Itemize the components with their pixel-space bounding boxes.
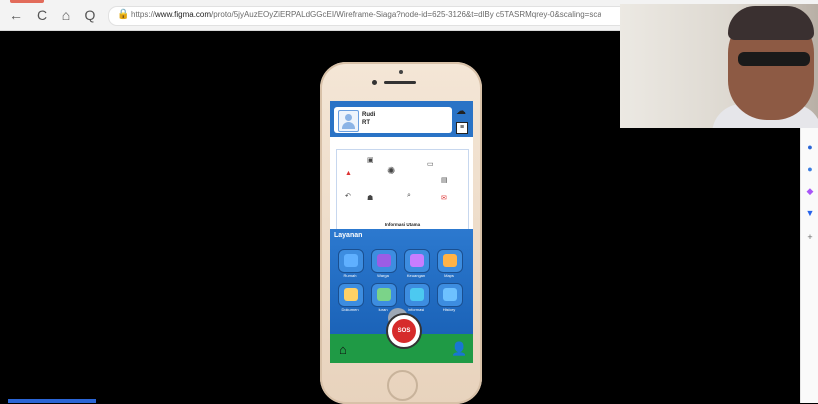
profile-card[interactable]: Rudi RT: [334, 107, 452, 133]
weather-icon[interactable]: ☁: [456, 106, 466, 117]
map-icon: [443, 254, 457, 267]
refresh-icon[interactable]: C: [34, 7, 50, 23]
service-keuangan-button[interactable]: [404, 249, 430, 273]
service-iuran-button[interactable]: [371, 283, 397, 307]
tools-icon[interactable]: ◆: [805, 186, 815, 196]
burst-icon: ✺: [387, 166, 396, 177]
app-screen: Rudi RT ☁ ≡ ▣ ▲ ✺ ▭ ▤ ↶ ☗ ⌕ ✉ Informasi …: [330, 101, 473, 363]
tree-icon[interactable]: ▼: [805, 208, 815, 218]
avatar-head: [345, 114, 352, 121]
service-label: Keuangan: [406, 273, 426, 278]
user-name: Rudi: [362, 112, 376, 118]
copilot-icon[interactable]: ●: [805, 142, 815, 152]
webcam-person-hair: [728, 6, 814, 40]
info-label: Informasi Utama: [384, 222, 421, 227]
avatar: [338, 110, 359, 132]
address-bar[interactable]: 🔒 https://www.figma.com/proto/5jyAuzEOyZ…: [108, 6, 640, 26]
webcam-person-glasses: [738, 52, 810, 66]
service-warga-button[interactable]: [371, 249, 397, 273]
phone-camera: [372, 80, 377, 85]
mail-icon: ✉: [441, 195, 447, 202]
url-text: https://www.figma.com/proto/5jyAuzEOyZiE…: [131, 10, 601, 19]
back-icon[interactable]: ←: [8, 7, 24, 23]
service-label: History: [442, 307, 456, 312]
taskbar-indicator: [8, 399, 96, 403]
people-icon: [377, 254, 391, 267]
search-doc-icon: ⌕: [407, 192, 411, 199]
service-informasi-button[interactable]: [404, 283, 430, 307]
add-icon[interactable]: +: [805, 232, 815, 242]
webcam-overlay: [620, 4, 818, 128]
monitor-icon: [410, 288, 424, 301]
search-icon[interactable]: Q: [82, 7, 98, 23]
service-label: Rumah: [343, 273, 357, 278]
service-label: Dokumen: [341, 307, 359, 312]
service-dokumen-button[interactable]: [338, 283, 364, 307]
sketch-icon: ▣: [367, 157, 374, 164]
lock-icon: 🔒: [117, 9, 130, 20]
home-icon[interactable]: ⌂: [58, 7, 74, 23]
document-icon: [344, 288, 358, 301]
service-maps-button[interactable]: [437, 249, 463, 273]
arrow-icon: ↶: [345, 193, 351, 200]
warning-icon: ▲: [345, 170, 352, 177]
user-rt: RT: [362, 120, 370, 126]
phone-frame: Rudi RT ☁ ≡ ▣ ▲ ✺ ▭ ▤ ↶ ☗ ⌕ ✉ Informasi …: [320, 62, 482, 404]
wallet-icon: [410, 254, 424, 267]
service-label: Maps: [444, 273, 454, 278]
phone-sensor: [399, 70, 403, 74]
phone-home-button[interactable]: [387, 370, 418, 401]
phone-speaker: [384, 81, 416, 84]
docs-icon: ▤: [441, 177, 448, 184]
info-banner[interactable]: ▣ ▲ ✺ ▭ ▤ ↶ ☗ ⌕ ✉ Informasi Utama: [336, 149, 469, 231]
outlook-icon[interactable]: ●: [805, 164, 815, 174]
avatar-body: [342, 122, 355, 129]
house-icon: [344, 254, 358, 267]
browser-sidebar: ● ● ◆ ▼ +: [800, 128, 818, 403]
active-tab-indicator: [10, 0, 44, 3]
people-icon: ☗: [367, 195, 374, 202]
chat-icon: ▭: [427, 161, 434, 168]
money-icon: [377, 288, 391, 301]
sos-button[interactable]: SOS: [386, 313, 422, 349]
home-nav-icon[interactable]: ⌂: [339, 342, 347, 357]
service-label: Warga: [377, 273, 389, 278]
services-title: Layanan: [334, 232, 363, 239]
profile-nav-icon[interactable]: 👤: [451, 341, 467, 357]
app-header: Rudi RT ☁ ≡: [330, 101, 473, 137]
service-rumah-button[interactable]: [338, 249, 364, 273]
history-icon: [443, 288, 457, 301]
menu-icon[interactable]: ≡: [456, 122, 468, 134]
sos-label: SOS: [392, 319, 416, 343]
service-history-button[interactable]: [437, 283, 463, 307]
